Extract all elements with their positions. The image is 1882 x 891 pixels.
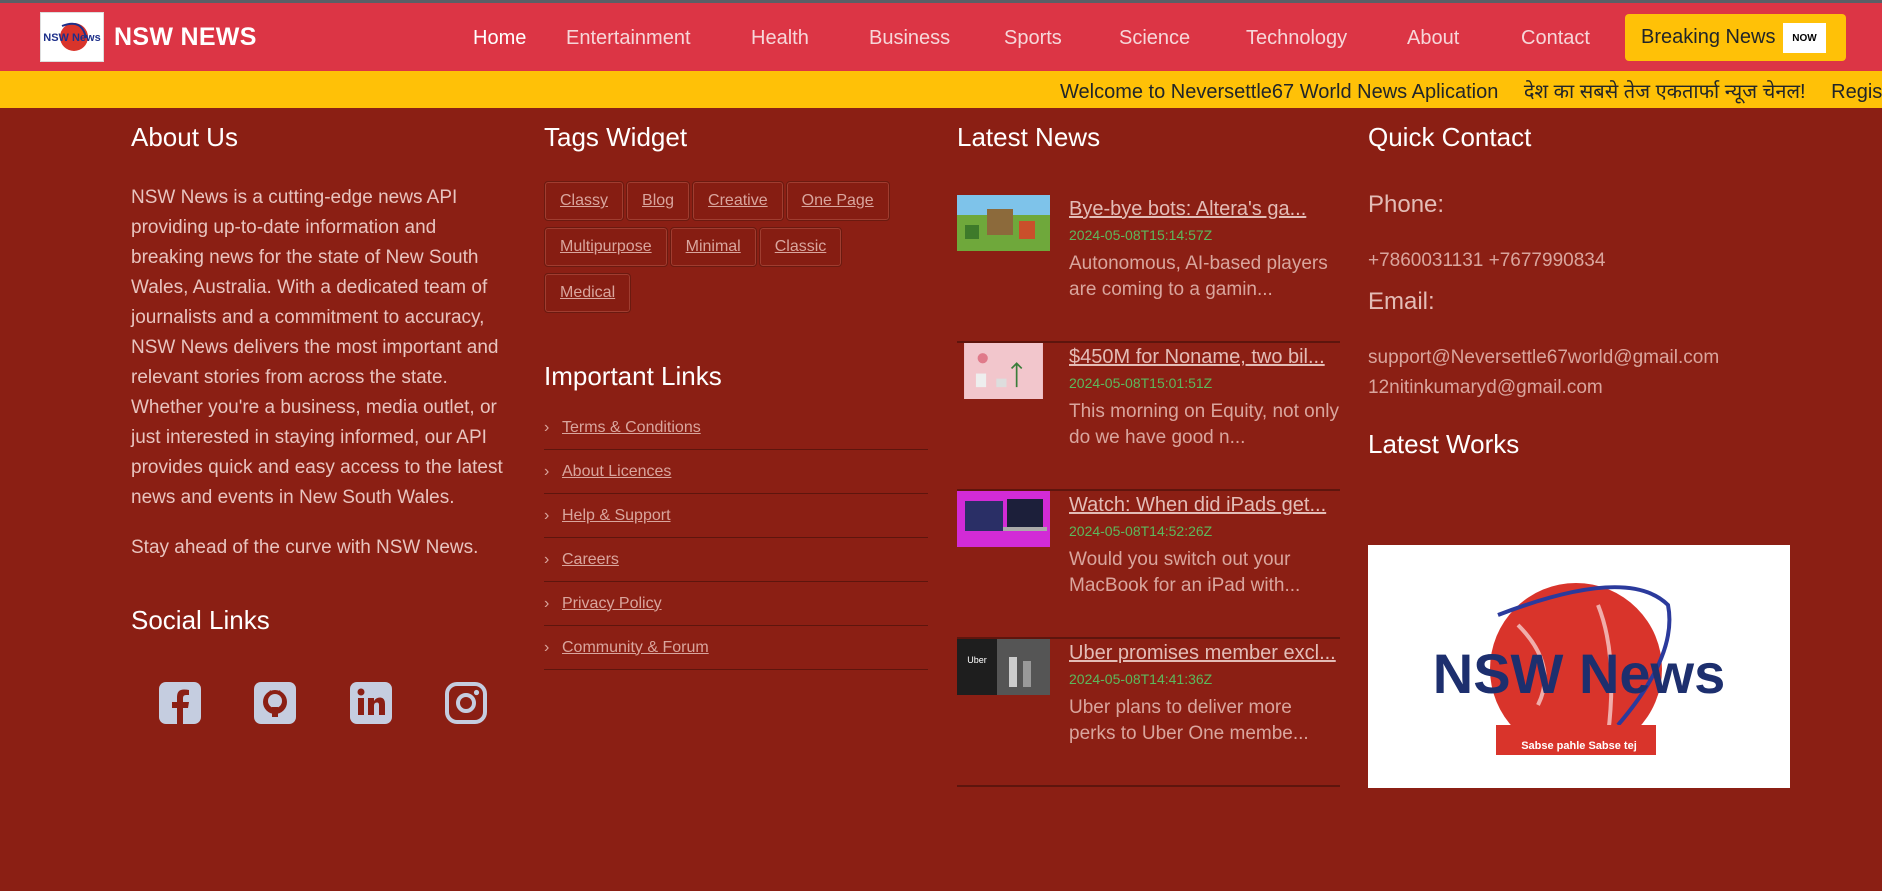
- news-item[interactable]: $450M for Noname, two bil... 2024-05-08T…: [957, 343, 1340, 491]
- link-terms[interactable]: Terms & Conditions: [562, 419, 701, 437]
- link-privacy[interactable]: Privacy Policy: [562, 595, 662, 613]
- breaking-news-button[interactable]: Breaking News NOW: [1625, 14, 1846, 61]
- brand-name: NSW NEWS: [114, 22, 257, 51]
- important-links-heading: Important Links: [544, 361, 722, 391]
- nsw-news-logo: NSW News Sabse pahle Sabse tej: [1433, 583, 1726, 755]
- link-row: › Careers: [544, 538, 928, 582]
- breaking-news-label: Breaking News: [1641, 26, 1776, 48]
- nav-sports[interactable]: Sports: [1004, 27, 1062, 50]
- news-ticker: Welcome to Neversettle67 World News Apli…: [0, 71, 1882, 108]
- tag-multipurpose[interactable]: Multipurpose: [544, 227, 668, 267]
- instagram-icon[interactable]: [444, 681, 488, 725]
- link-row: › About Licences: [544, 450, 928, 494]
- nav-entertainment[interactable]: Entertainment: [566, 27, 691, 50]
- news-description: This morning on Equity, not only do we h…: [1069, 401, 1340, 448]
- email-label: Email:: [1368, 288, 1435, 315]
- link-help-support[interactable]: Help & Support: [562, 507, 671, 525]
- news-thumbnail[interactable]: [957, 343, 1050, 399]
- link-row: › Privacy Policy: [544, 582, 928, 626]
- tag-classy[interactable]: Classy: [544, 181, 625, 221]
- tags-section: Tags Widget Classy Blog Creative One Pag…: [544, 122, 928, 670]
- latest-news-heading: Latest News: [957, 122, 1101, 152]
- link-row: › Terms & Conditions: [544, 406, 928, 450]
- quick-contact-heading: Quick Contact: [1368, 122, 1532, 152]
- social-heading: Social Links: [131, 605, 270, 635]
- news-title[interactable]: Bye-bye bots: Altera's ga...: [1069, 198, 1306, 221]
- news-title[interactable]: $450M for Noname, two bil...: [1069, 346, 1325, 369]
- chevron-right-icon: ›: [544, 638, 550, 656]
- tag-classic[interactable]: Classic: [758, 227, 843, 267]
- nav-home[interactable]: Home: [473, 27, 526, 50]
- github-icon[interactable]: [253, 681, 297, 725]
- email-value: support@Neversettle67world@gmail.com: [1368, 347, 1720, 368]
- latest-news-section: Latest News Bye-bye bots: Altera's ga...…: [957, 122, 1340, 787]
- chevron-right-icon: ›: [544, 418, 550, 436]
- nav-about[interactable]: About: [1407, 27, 1459, 50]
- email-value: 12nitinkumaryd@gmail.com: [1368, 377, 1603, 398]
- nav-business[interactable]: Business: [869, 27, 950, 50]
- news-item[interactable]: Watch: When did iPads get... 2024-05-08T…: [957, 491, 1340, 639]
- news-thumbnail[interactable]: [957, 491, 1050, 547]
- nav-technology[interactable]: Technology: [1246, 27, 1347, 50]
- tag-minimal[interactable]: Minimal: [669, 227, 757, 267]
- link-licences[interactable]: About Licences: [562, 463, 671, 481]
- news-list: Bye-bye bots: Altera's ga... 2024-05-08T…: [957, 195, 1340, 787]
- link-row: › Help & Support: [544, 494, 928, 538]
- works-logo-text: NSW News: [1433, 642, 1726, 705]
- chevron-right-icon: ›: [544, 550, 550, 568]
- tags-heading: Tags Widget: [544, 122, 688, 152]
- quick-contact-section: Quick Contact Phone: +7860031131 +767799…: [1368, 122, 1788, 460]
- latest-works-heading: Latest Works: [1368, 429, 1520, 459]
- nav-contact[interactable]: Contact: [1521, 27, 1590, 50]
- link-row: › Community & Forum: [544, 626, 928, 670]
- ticker-message: देश का सबसे तेज एकतार्फा न्यूज चेनल!: [1523, 81, 1806, 103]
- now-badge: NOW: [1783, 23, 1826, 53]
- news-thumbnail[interactable]: [957, 195, 1050, 251]
- chevron-right-icon: ›: [544, 462, 550, 480]
- svg-text:Uber: Uber: [967, 655, 987, 665]
- tag-cloud: Classy Blog Creative One Page Multipurpo…: [544, 181, 928, 319]
- important-links-list: › Terms & Conditions › About Licences › Hel…: [544, 406, 928, 670]
- top-navbar: NSW News NSW NEWS Home Entertainment Hea…: [0, 0, 1882, 71]
- chevron-right-icon: ›: [544, 594, 550, 612]
- news-description: Uber plans to deliver more perks to Uber…: [1069, 697, 1309, 744]
- news-date: 2024-05-08T14:52:26Z: [1069, 523, 1213, 539]
- news-date: 2024-05-08T15:14:57Z: [1069, 227, 1213, 243]
- latest-work-image[interactable]: NSW News Sabse pahle Sabse tej: [1368, 545, 1790, 788]
- brand[interactable]: NSW News NSW NEWS: [40, 12, 257, 62]
- about-body: NSW News is a cutting-edge news API prov…: [131, 187, 503, 508]
- about-heading: About Us: [131, 122, 238, 152]
- link-community[interactable]: Community & Forum: [562, 639, 709, 657]
- brand-logo: NSW News: [40, 12, 104, 62]
- news-item[interactable]: Bye-bye bots: Altera's ga... 2024-05-08T…: [957, 195, 1340, 343]
- news-description: Would you switch out your MacBook for an…: [1069, 549, 1301, 596]
- news-item[interactable]: Uber Uber promises member excl... 2024-0…: [957, 639, 1340, 787]
- nav-health[interactable]: Health: [751, 27, 809, 50]
- tag-one-page[interactable]: One Page: [785, 181, 890, 221]
- news-date: 2024-05-08T15:01:51Z: [1069, 375, 1213, 391]
- brand-logo-text: NSW News: [43, 32, 100, 44]
- news-thumbnail[interactable]: Uber: [957, 639, 1050, 695]
- about-tagline: Stay ahead of the curve with NSW News.: [131, 537, 479, 558]
- tag-blog[interactable]: Blog: [626, 181, 691, 221]
- ticker-message: Welcome to Neversettle67 World News Apli…: [1060, 81, 1499, 103]
- news-title[interactable]: Watch: When did iPads get...: [1069, 494, 1326, 517]
- phone-value: +7860031131 +7677990834: [1368, 250, 1606, 271]
- news-description: Autonomous, AI-based players are coming …: [1069, 253, 1328, 300]
- news-title[interactable]: Uber promises member excl...: [1069, 642, 1336, 665]
- about-section: About Us NSW News is a cutting-edge news…: [131, 122, 503, 636]
- linkedin-icon[interactable]: [349, 681, 393, 725]
- chevron-right-icon: ›: [544, 506, 550, 524]
- works-logo-tagline: Sabse pahle Sabse tej: [1521, 740, 1637, 752]
- tag-medical[interactable]: Medical: [544, 273, 632, 313]
- tag-creative[interactable]: Creative: [692, 181, 784, 221]
- facebook-icon[interactable]: [158, 681, 202, 725]
- link-careers[interactable]: Careers: [562, 551, 619, 569]
- news-date: 2024-05-08T14:41:36Z: [1069, 671, 1213, 687]
- phone-label: Phone:: [1368, 191, 1445, 218]
- ticker-message: Regis: [1831, 81, 1882, 103]
- nav-science[interactable]: Science: [1119, 27, 1190, 50]
